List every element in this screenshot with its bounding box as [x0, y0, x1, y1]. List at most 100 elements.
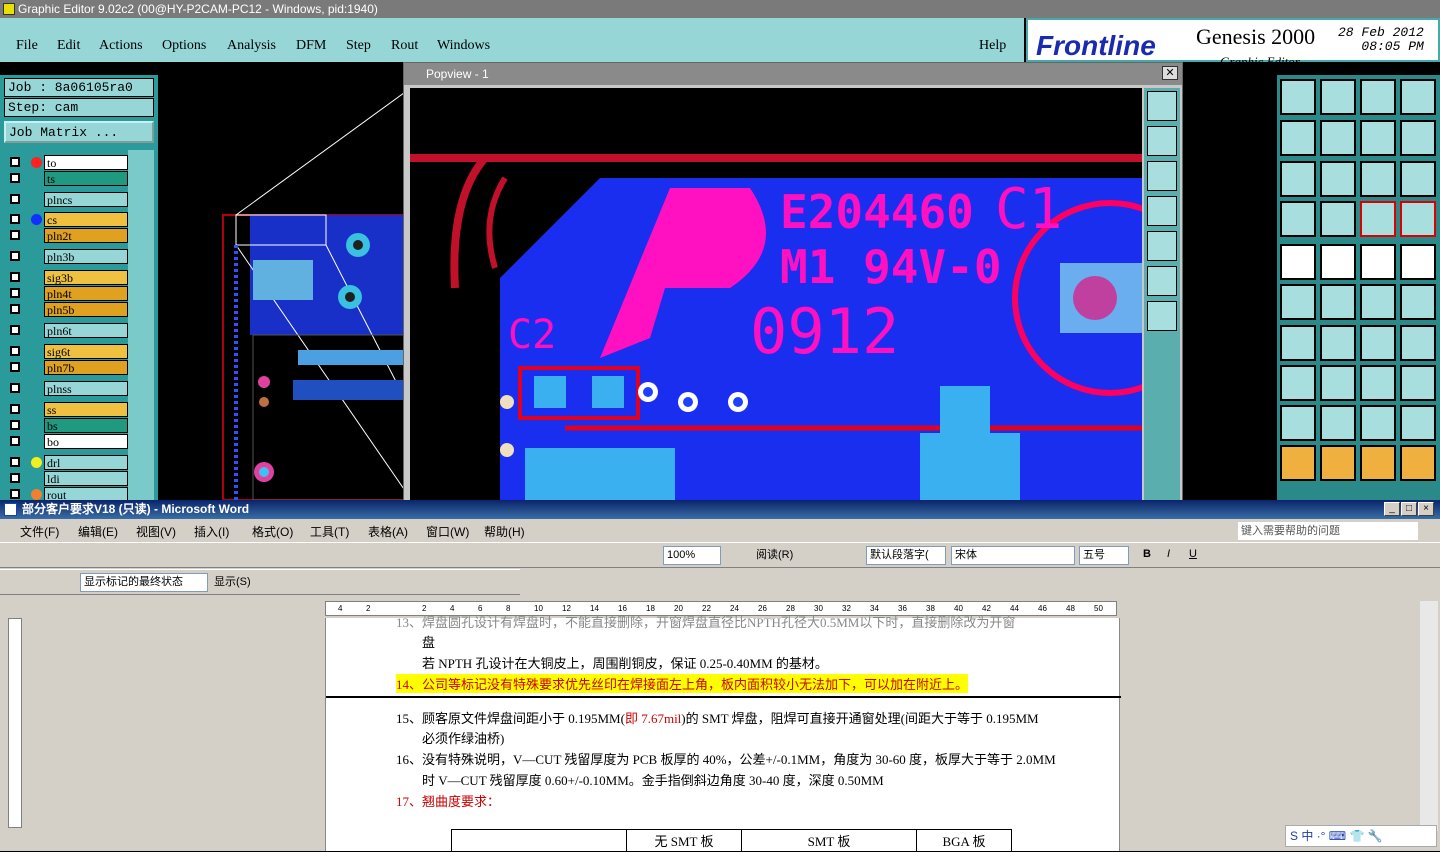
menu-file[interactable]: File	[16, 38, 38, 54]
word-menu-help[interactable]: 帮助(H)	[484, 523, 525, 540]
layer-row-drl[interactable]: drl	[8, 455, 128, 470]
tool-button-3[interactable]	[1360, 79, 1396, 115]
tool-button-11[interactable]	[1360, 161, 1396, 197]
layer-checkbox[interactable]	[10, 346, 20, 356]
layer-row-ldi[interactable]: ldi	[8, 471, 128, 486]
layer-name[interactable]: to	[44, 155, 128, 170]
layer-checkbox[interactable]	[10, 214, 20, 224]
popview-canvas[interactable]: E204460 M1 94V-0 0912 C1 C2	[410, 88, 1142, 500]
underline-button[interactable]: U	[1186, 546, 1200, 565]
layer-checkbox[interactable]	[10, 473, 20, 483]
layer-row-pln4t[interactable]: pln4t	[8, 286, 128, 301]
tool-button-2[interactable]	[1320, 79, 1356, 115]
layer-name[interactable]: drl	[44, 455, 128, 470]
layer-row-pln2t[interactable]: pln2t	[8, 228, 128, 243]
menu-analysis[interactable]: Analysis	[227, 38, 276, 54]
word-menu-format[interactable]: 格式(O)	[252, 523, 293, 540]
word-menu-window[interactable]: 窗口(W)	[426, 523, 469, 540]
popview-tool-zoom-in[interactable]	[1147, 126, 1177, 156]
layer-row-sig6t[interactable]: sig6t	[8, 344, 128, 359]
tool-button-30[interactable]	[1320, 365, 1356, 401]
tool-button-13[interactable]	[1280, 201, 1316, 237]
layer-name[interactable]: ts	[44, 171, 128, 186]
tool-button-29[interactable]	[1280, 365, 1316, 401]
word-menu-file[interactable]: 文件(F)	[20, 523, 59, 540]
menu-step[interactable]: Step	[346, 38, 371, 54]
zoom-select[interactable]: 100%	[663, 546, 721, 565]
tool-button-34[interactable]	[1320, 405, 1356, 441]
tool-button-27[interactable]	[1360, 325, 1396, 361]
tool-button-39[interactable]	[1360, 445, 1396, 481]
tool-button-19[interactable]	[1360, 244, 1396, 280]
word-menu-table[interactable]: 表格(A)	[368, 523, 408, 540]
tool-button-21[interactable]	[1280, 284, 1316, 320]
layer-checkbox[interactable]	[10, 325, 20, 335]
font-size-select[interactable]: 五号	[1079, 546, 1129, 565]
layer-row-bo[interactable]: bo	[8, 434, 128, 449]
tool-button-22[interactable]	[1320, 284, 1356, 320]
tool-button-9[interactable]	[1280, 161, 1316, 197]
menu-dfm[interactable]: DFM	[296, 38, 326, 54]
layer-name[interactable]: pln3b	[44, 249, 128, 264]
tool-button-36[interactable]	[1400, 405, 1436, 441]
layer-checkbox[interactable]	[10, 436, 20, 446]
document-page[interactable]: 13、焊盘圆孔设计有焊盘时，不能直接删除，开窗焊盘直径比NPTH孔径大0.5MM…	[325, 615, 1121, 852]
layer-row-bs[interactable]: bs	[8, 418, 128, 433]
layer-name[interactable]: sig6t	[44, 344, 128, 359]
table-header-bga[interactable]: BGA 板	[916, 829, 1012, 852]
table-header-empty[interactable]	[451, 829, 627, 852]
layer-checkbox[interactable]	[10, 157, 20, 167]
layer-checkbox[interactable]	[10, 420, 20, 430]
layer-row-pln6t[interactable]: pln6t	[8, 323, 128, 338]
popview-close-button[interactable]: ✕	[1162, 66, 1178, 80]
tool-button-24[interactable]	[1400, 284, 1436, 320]
tool-button-7[interactable]	[1360, 120, 1396, 156]
vertical-scrollbar[interactable]	[1420, 601, 1438, 831]
tool-button-16[interactable]	[1400, 201, 1436, 237]
style-select[interactable]: 默认段落字(	[866, 546, 946, 565]
tool-button-31[interactable]	[1360, 365, 1396, 401]
layer-name[interactable]: sig3b	[44, 270, 128, 285]
layer-row-sig3b[interactable]: sig3b	[8, 270, 128, 285]
tool-button-32[interactable]	[1400, 365, 1436, 401]
popview-tool-center[interactable]	[1147, 266, 1177, 296]
layer-name[interactable]: bo	[44, 434, 128, 449]
menu-options[interactable]: Options	[162, 38, 206, 54]
ime-toolbar[interactable]: S 中 ·° ⌨ 👕 🔧	[1285, 825, 1437, 847]
tool-button-15[interactable]	[1360, 201, 1396, 237]
menu-rout[interactable]: Rout	[391, 38, 418, 54]
layer-name[interactable]: cs	[44, 212, 128, 227]
layer-checkbox[interactable]	[10, 404, 20, 414]
tool-button-26[interactable]	[1320, 325, 1356, 361]
tool-button-4[interactable]	[1400, 79, 1436, 115]
font-select[interactable]: 宋体	[951, 546, 1075, 565]
popview-tool-zoom-out[interactable]	[1147, 161, 1177, 191]
layer-row-pln7b[interactable]: pln7b	[8, 360, 128, 375]
layer-name[interactable]: ss	[44, 402, 128, 417]
layer-checkbox[interactable]	[10, 383, 20, 393]
tool-button-25[interactable]	[1280, 325, 1316, 361]
tool-button-23[interactable]	[1360, 284, 1396, 320]
layer-name[interactable]: pln7b	[44, 360, 128, 375]
layer-row-to[interactable]: to	[8, 155, 128, 170]
layer-checkbox[interactable]	[10, 489, 20, 499]
popview-tool-home[interactable]	[1147, 301, 1177, 331]
menu-windows[interactable]: Windows	[437, 38, 490, 54]
help-question-box[interactable]: 键入需要帮助的问题	[1238, 522, 1418, 540]
layer-checkbox[interactable]	[10, 362, 20, 372]
graphic-canvas[interactable]	[158, 75, 408, 500]
layer-name[interactable]: bs	[44, 418, 128, 433]
tool-button-8[interactable]	[1400, 120, 1436, 156]
tool-button-28[interactable]	[1400, 325, 1436, 361]
layer-scrollbar[interactable]	[128, 150, 154, 500]
layer-checkbox[interactable]	[10, 304, 20, 314]
layer-checkbox[interactable]	[10, 272, 20, 282]
table-header-no-smt[interactable]: 无 SMT 板	[626, 829, 742, 852]
tool-button-18[interactable]	[1320, 244, 1356, 280]
tool-button-38[interactable]	[1320, 445, 1356, 481]
tool-button-10[interactable]	[1320, 161, 1356, 197]
menu-edit[interactable]: Edit	[57, 38, 80, 54]
layer-row-pln3b[interactable]: pln3b	[8, 249, 128, 264]
layer-row-plnss[interactable]: plnss	[8, 381, 128, 396]
layer-checkbox[interactable]	[10, 230, 20, 240]
